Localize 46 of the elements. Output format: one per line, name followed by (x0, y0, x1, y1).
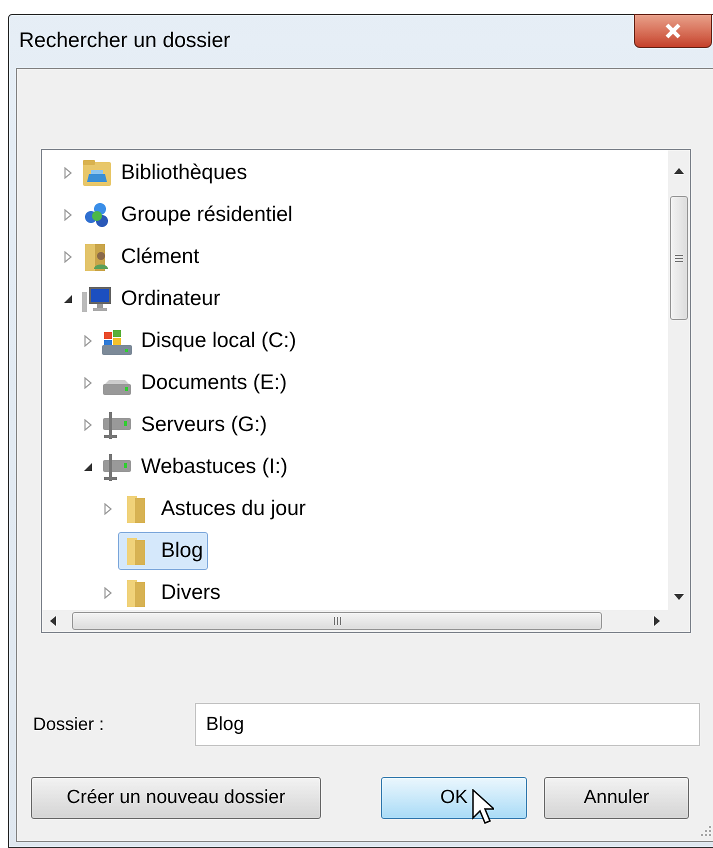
library-folder-icon (81, 158, 113, 188)
scroll-right-icon[interactable] (654, 616, 660, 626)
scroll-down-icon[interactable] (674, 594, 684, 600)
horizontal-scrollbar[interactable] (42, 610, 668, 632)
network-drive-icon (101, 410, 133, 440)
mouse-cursor-icon (472, 789, 494, 825)
expand-arrow-icon[interactable] (103, 503, 113, 515)
close-button[interactable] (634, 14, 712, 48)
scroll-thumb[interactable] (670, 196, 688, 320)
grip-icon (334, 617, 340, 625)
collapse-arrow-icon[interactable] (83, 461, 93, 473)
drive-icon (101, 378, 133, 396)
dialog-button[interactable]: OK (381, 777, 527, 819)
tree-item[interactable]: Groupe résidentiel (78, 196, 298, 234)
vertical-scrollbar[interactable] (668, 150, 690, 610)
expand-arrow-icon[interactable] (63, 251, 73, 263)
tree-item[interactable]: Serveurs (G:) (98, 406, 272, 444)
tree-item[interactable]: Blog (118, 532, 208, 570)
scroll-thumb[interactable] (72, 612, 602, 630)
network-drive-icon (101, 452, 133, 482)
tree-item[interactable]: Astuces du jour (118, 490, 311, 528)
tree-item[interactable]: Bibliothèques (78, 154, 252, 192)
scroll-up-icon[interactable] (674, 168, 684, 174)
folder-label: Dossier : (33, 713, 106, 736)
grip-icon (675, 254, 683, 262)
dialog-button[interactable]: Annuler (544, 777, 689, 819)
tree-item[interactable]: Clément (78, 238, 204, 276)
scroll-left-icon[interactable] (50, 616, 56, 626)
expand-arrow-icon[interactable] (83, 419, 93, 431)
expand-arrow-icon[interactable] (83, 335, 93, 347)
folder-name-field[interactable]: Blog (195, 703, 700, 746)
tree-item[interactable]: Ordinateur (78, 280, 226, 318)
collapse-arrow-icon[interactable] (63, 293, 73, 305)
expand-arrow-icon[interactable] (103, 587, 113, 599)
expand-arrow-icon[interactable] (63, 209, 73, 221)
resize-grip-icon (700, 825, 712, 837)
tree-item[interactable]: Documents (E:) (98, 364, 292, 402)
tree-item[interactable]: Disque local (C:) (98, 322, 302, 360)
expand-arrow-icon[interactable] (83, 377, 93, 389)
tree-item[interactable]: Divers (118, 574, 226, 610)
close-icon (664, 23, 682, 39)
computer-icon (81, 284, 113, 314)
window-title: Rechercher un dossier (19, 28, 230, 54)
expand-arrow-icon[interactable] (63, 167, 73, 179)
dialog-button[interactable]: Créer un nouveau dossier (31, 777, 321, 819)
tree-item[interactable]: Webastuces (I:) (98, 448, 293, 486)
